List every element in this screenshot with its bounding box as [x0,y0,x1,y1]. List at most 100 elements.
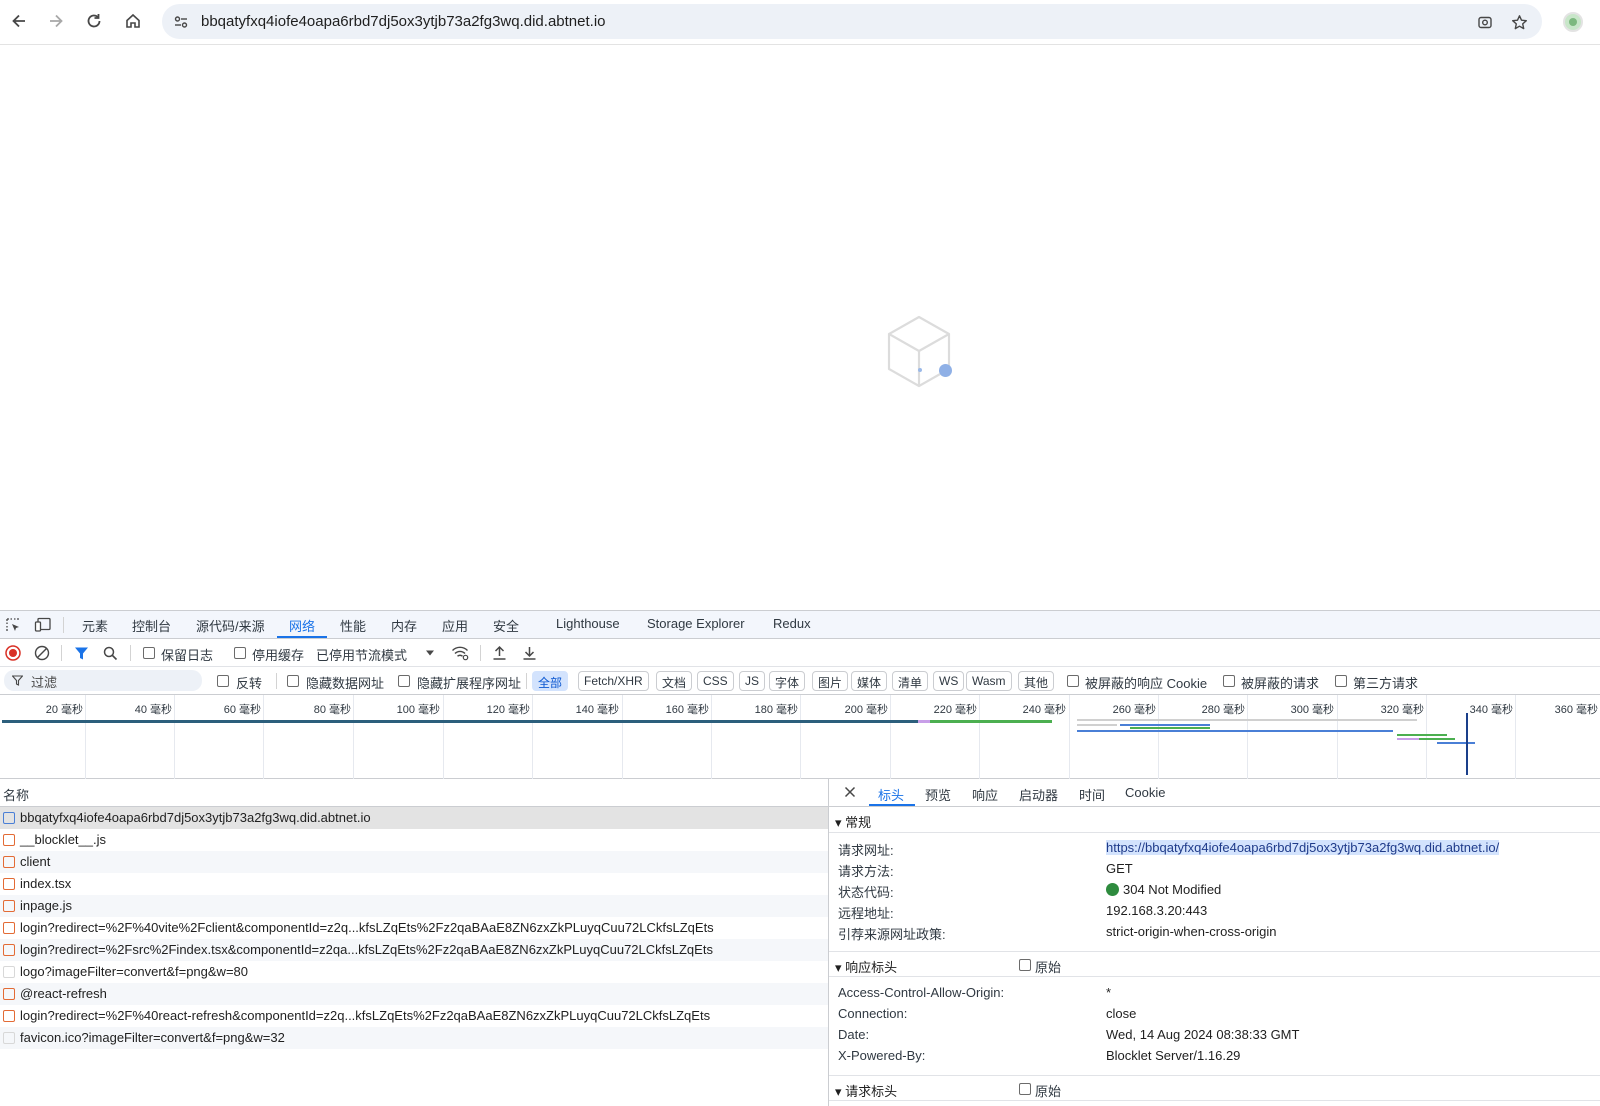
profile-avatar-icon[interactable] [1563,12,1583,32]
tab-redux[interactable]: Redux [773,616,811,631]
preserve-log-checkbox[interactable] [143,647,155,659]
header-value: Wed, 14 Aug 2024 08:38:33 GMT [1106,1027,1300,1042]
tab-elements[interactable]: 元素 [82,616,108,635]
back-icon[interactable] [6,8,32,34]
record-stop-icon[interactable] [4,644,22,662]
detail-tab-cookies[interactable]: Cookie [1125,785,1165,800]
type-filter-font[interactable]: 字体 [769,671,806,691]
type-filter-ws[interactable]: WS [933,671,965,691]
tab-network[interactable]: 网络 [289,616,315,635]
response-raw-checkbox[interactable] [1019,959,1031,971]
type-filter-js[interactable]: JS [739,671,766,691]
type-filter-css[interactable]: CSS [697,671,734,691]
disable-cache-label: 停用缓存 [252,648,305,663]
type-filter-img[interactable]: 图片 [812,671,849,691]
tab-performance[interactable]: 性能 [340,616,366,635]
header-key: Access-Control-Allow-Origin: [838,985,1005,1000]
header-key: 状态代码: [838,885,894,900]
address-bar[interactable]: bbqatyfxq4iofe4oapa6rbd7dj5ox3ytjb73a2fg… [162,4,1542,39]
tab-sources[interactable]: 源代码/来源 [196,616,265,635]
close-icon[interactable] [843,785,857,799]
response-headers-section-header[interactable]: ▾ 响应标头 原始 [829,951,1600,977]
request-row[interactable]: inpage.js [0,895,828,917]
clear-icon[interactable] [33,644,51,662]
type-filter-manifest[interactable]: 清单 [892,671,929,691]
detail-tab-initiator[interactable]: 启动器 [1019,785,1058,804]
request-row[interactable]: login?redirect=%2F%40vite%2Fclient&compo… [0,917,828,939]
waterfall-bar [1120,724,1210,726]
type-filter-media[interactable]: 媒体 [851,671,888,691]
request-row[interactable]: @react-refresh [0,983,828,1005]
tick-label: 260 毫秒 [1112,704,1156,716]
invert-checkbox[interactable] [217,675,229,687]
type-filter-other[interactable]: 其他 [1018,671,1055,691]
detail-tab-timing[interactable]: 时间 [1079,785,1105,804]
request-url-value[interactable]: https://bbqatyfxq4iofe4oapa6rbd7dj5ox3yt… [1106,840,1500,855]
filter-input[interactable]: 过滤 [4,670,202,691]
tab-lighthouse[interactable]: Lighthouse [556,616,620,631]
network-conditions-icon[interactable] [450,644,470,662]
request-raw-checkbox[interactable] [1019,1083,1031,1095]
blocked-requests-checkbox[interactable] [1223,675,1235,687]
bookmark-star-icon[interactable] [1508,11,1530,33]
request-row[interactable]: logo?imageFilter=convert&f=png&w=80 [0,961,828,983]
request-detail-pane: 标头 预览 响应 启动器 时间 Cookie ▾ 常规 请求网址: https:… [828,779,1600,1106]
request-row[interactable]: __blocklet__.js [0,829,828,851]
tab-console[interactable]: 控制台 [132,616,171,635]
general-section-header[interactable]: ▾ 常规 [829,807,1600,833]
name-column-header[interactable]: 名称 [3,785,29,804]
tick-label: 80 毫秒 [313,704,351,716]
load-event-marker [1466,713,1468,775]
referrer-policy-value: strict-origin-when-cross-origin [1106,924,1277,939]
tab-memory[interactable]: 内存 [391,616,417,635]
inspect-element-icon[interactable] [4,616,22,634]
import-har-icon[interactable] [490,644,508,662]
filter-funnel-icon[interactable] [72,644,90,662]
type-filter-fetch-xhr[interactable]: Fetch/XHR [578,671,649,691]
script-icon [3,856,15,868]
request-headers-section-header[interactable]: ▾ 请求标头 原始 [829,1075,1600,1101]
blocked-cookies-checkbox[interactable] [1067,675,1079,687]
site-settings-icon[interactable] [170,11,192,33]
type-filter-wasm[interactable]: Wasm [966,671,1012,691]
request-row[interactable]: bbqatyfxq4iofe4oapa6rbd7dj5ox3ytjb73a2fg… [0,807,828,829]
loading-dot-large [939,364,952,377]
script-icon [3,834,15,846]
hide-extension-urls-checkbox[interactable] [398,675,410,687]
forward-icon[interactable] [43,8,69,34]
tick-label: 280 毫秒 [1201,704,1245,716]
request-row[interactable]: favicon.ico?imageFilter=convert&f=png&w=… [0,1027,828,1049]
home-icon[interactable] [120,8,146,34]
tick-label: 120 毫秒 [486,704,530,716]
throttling-select[interactable]: 已停用节流模式 [316,645,407,664]
chevron-down-icon[interactable] [424,647,436,659]
request-row[interactable]: login?redirect=%2F%40react-refresh&compo… [0,1005,828,1027]
network-toolbar: 保留日志 停用缓存 已停用节流模式 [0,639,1600,667]
screenshot-icon[interactable] [1474,11,1496,33]
detail-tab-headers[interactable]: 标头 [878,785,904,804]
third-party-checkbox[interactable] [1335,675,1347,687]
disable-cache-checkbox[interactable] [234,647,246,659]
type-filter-doc[interactable]: 文档 [656,671,693,691]
request-list: bbqatyfxq4iofe4oapa6rbd7dj5ox3ytjb73a2fg… [0,807,828,1106]
network-overview-timeline[interactable]: 20 毫秒 40 毫秒 60 毫秒 80 毫秒 100 毫秒 120 毫秒 14… [0,695,1600,779]
reload-icon[interactable] [81,8,107,34]
request-row[interactable]: login?redirect=%2Fsrc%2Findex.tsx&compon… [0,939,828,961]
search-icon[interactable] [101,644,119,662]
tick-label: 160 毫秒 [665,704,709,716]
header-value: * [1106,985,1112,1000]
script-icon [3,1010,15,1022]
tab-security[interactable]: 安全 [493,616,519,635]
type-filter-all[interactable]: 全部 [532,671,569,691]
requests-header: 名称 [0,779,828,807]
request-row[interactable]: client [0,851,828,873]
tab-application[interactable]: 应用 [442,616,468,635]
hide-data-urls-checkbox[interactable] [287,675,299,687]
detail-tab-preview[interactable]: 预览 [925,785,951,804]
tab-storage-explorer[interactable]: Storage Explorer [647,616,745,631]
hide-data-urls-label: 隐藏数据网址 [306,676,385,691]
detail-tab-response[interactable]: 响应 [972,785,998,804]
export-har-icon[interactable] [520,644,538,662]
device-toolbar-icon[interactable] [34,616,52,634]
request-row[interactable]: index.tsx [0,873,828,895]
